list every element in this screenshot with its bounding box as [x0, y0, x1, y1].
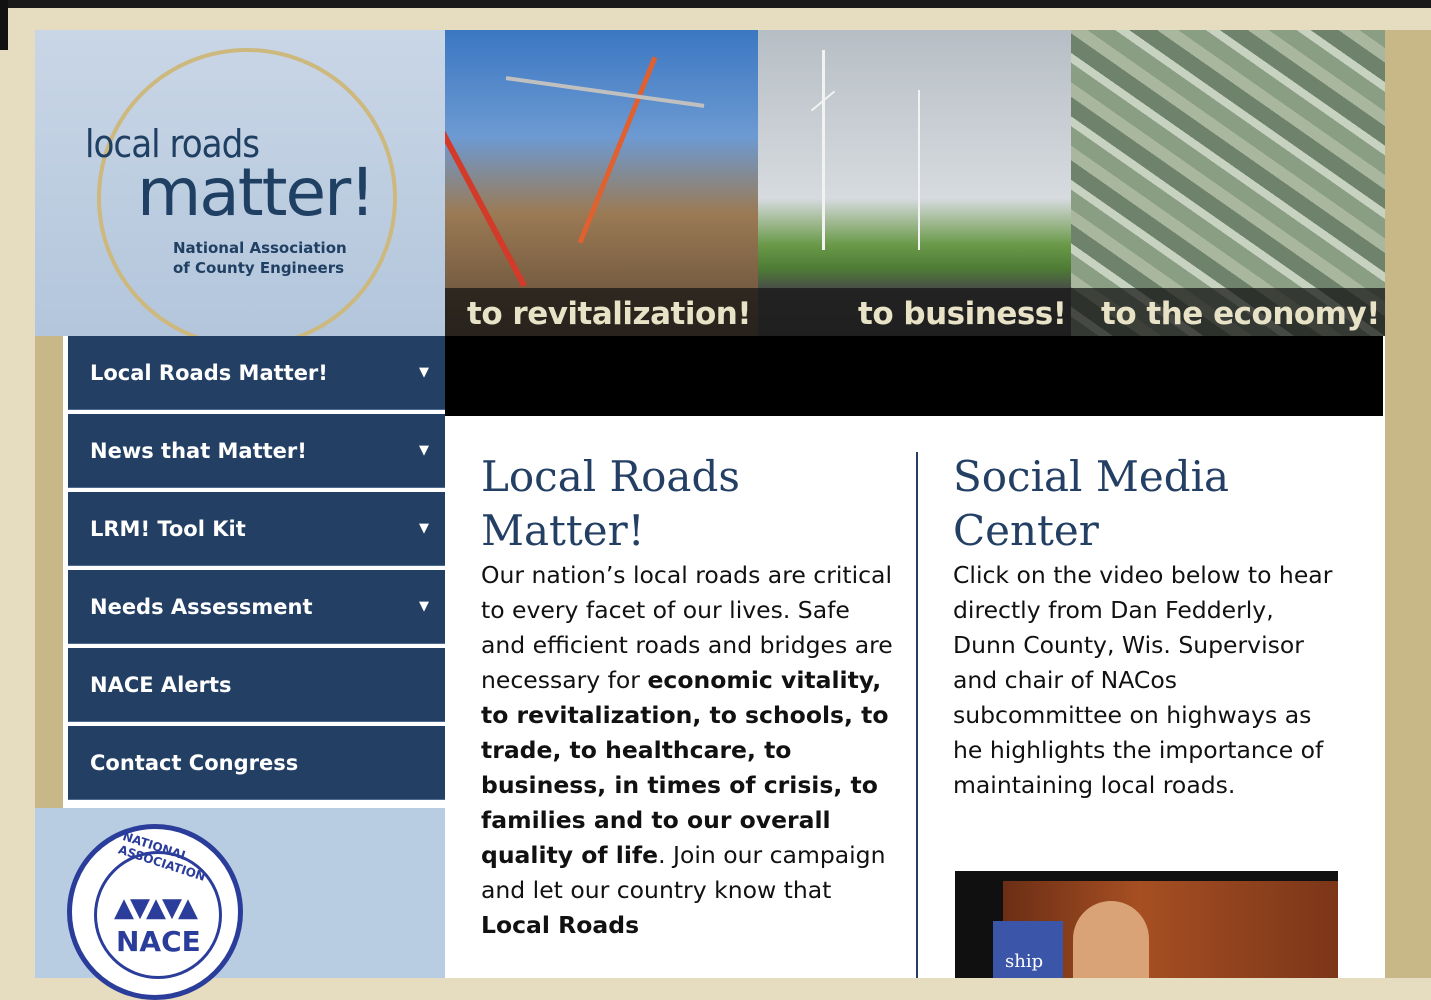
main-title: Local Roads Matter! [481, 452, 740, 555]
seal-triangles-icon: ▲▼▲▼▲ [114, 893, 198, 923]
nav-item-label: Local Roads Matter! [90, 360, 328, 385]
nav-item-contact-congress[interactable]: Contact Congress [68, 726, 445, 800]
wind-turbine [918, 90, 920, 250]
logo-org: National Association of County Engineers [173, 238, 347, 278]
logo-org-line2: of County Engineers [173, 259, 345, 277]
crane-arm [577, 56, 658, 244]
video-speaker [1073, 901, 1149, 978]
caption-revitalization: to revitalization! [467, 296, 751, 332]
dropdown-arrow-icon: ▼ [419, 443, 429, 458]
dropdown-arrow-icon: ▼ [419, 599, 429, 614]
wind-turbine [822, 50, 825, 250]
main-column: Local Roads Matter! Our nation’s local r… [481, 450, 901, 943]
nav-accent-strip [35, 336, 63, 808]
top-left-edge [0, 0, 8, 50]
main-bold-text: economic vitality, to revitalization, to… [481, 666, 889, 869]
nav-item-news[interactable]: News that Matter! ▼ [68, 414, 445, 488]
nav-item-label: Contact Congress [90, 750, 299, 775]
nav-item-needs-assessment[interactable]: Needs Assessment ▼ [68, 570, 445, 644]
social-title: Social Media Center [953, 452, 1230, 555]
video-player[interactable]: ship [955, 871, 1338, 978]
nav-item-label: LRM! Tool Kit [90, 516, 246, 541]
header-banner: to revitalization! to business! to the e… [445, 30, 1385, 336]
social-body: Click on the video below to hear directl… [953, 561, 1333, 799]
caption-economy: to the economy! [1101, 296, 1380, 332]
logo-org-line1: National Association [173, 239, 347, 257]
nav-item-label: News that Matter! [90, 438, 307, 463]
dropdown-arrow-icon: ▼ [419, 521, 429, 536]
content-header-band [445, 336, 1383, 416]
column-divider [916, 452, 918, 978]
logo-line2: matter! [137, 154, 376, 231]
social-column: Social Media Center Click on the video b… [953, 450, 1353, 803]
nav-bottom-panel: NATIONAL ASSOCIATION ▲▼▲▼▲ NACE [35, 808, 445, 1000]
seal-name: NACE [116, 925, 201, 958]
main-body: Our nation’s local roads are critical to… [481, 558, 901, 943]
nav-item-nace-alerts[interactable]: NACE Alerts [68, 648, 445, 722]
nav-item-tool-kit[interactable]: LRM! Tool Kit ▼ [68, 492, 445, 566]
banner-construction-photo: to revitalization! [445, 30, 758, 336]
nav-item-label: Needs Assessment [90, 594, 313, 619]
crane-arm [505, 76, 705, 108]
main-bold-end: Local Roads [481, 911, 640, 939]
right-border [1385, 30, 1431, 978]
site-logo[interactable]: local roads matter! National Association… [35, 30, 445, 336]
nace-seal-logo[interactable]: NATIONAL ASSOCIATION ▲▼▲▼▲ NACE [67, 824, 243, 1000]
top-bar [0, 0, 1431, 8]
main-nav: Local Roads Matter! ▼ News that Matter! … [68, 336, 445, 804]
dropdown-arrow-icon: ▼ [419, 365, 429, 380]
banner-wind-farm-photo: to business! [758, 30, 1071, 336]
banner-money-photo: to the economy! [1071, 30, 1385, 336]
crane-arm [445, 72, 527, 288]
video-sign: ship [993, 921, 1063, 978]
nav-item-label: NACE Alerts [90, 672, 232, 697]
caption-business: to business! [858, 296, 1067, 332]
nav-item-local-roads-matter[interactable]: Local Roads Matter! ▼ [68, 336, 445, 410]
